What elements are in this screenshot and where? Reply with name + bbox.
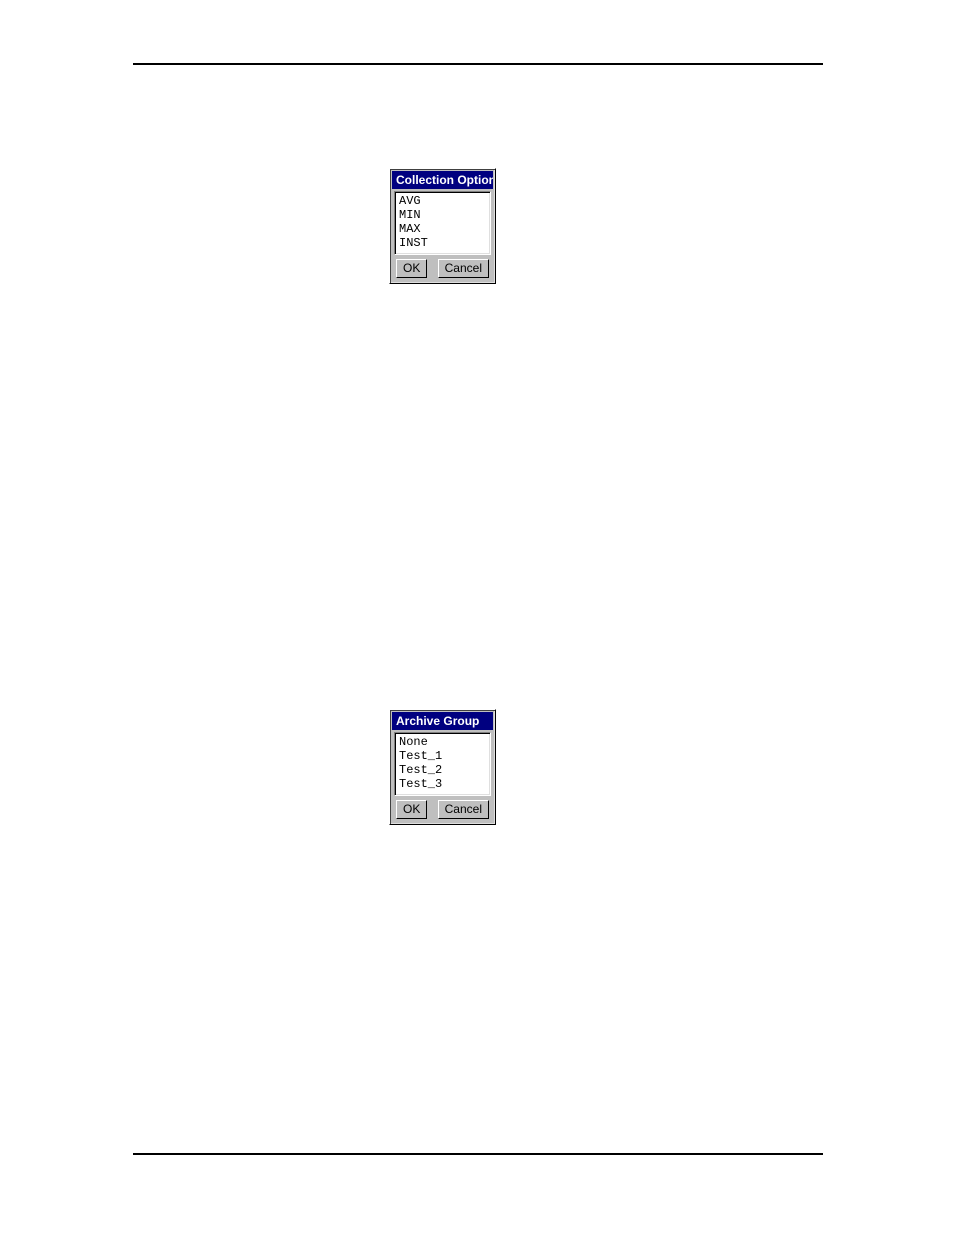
dialog-title: Collection Option <box>392 171 493 189</box>
list-item[interactable]: INST <box>399 236 486 250</box>
collection-option-dialog: Collection Option AVG MIN MAX INST OK Ca… <box>389 168 496 284</box>
horizontal-rule-top <box>133 63 823 65</box>
dialog-button-row: OK Cancel <box>390 800 495 824</box>
list-item[interactable]: None <box>399 735 486 749</box>
dialog-title: Archive Group <box>392 712 493 730</box>
list-item[interactable]: MIN <box>399 208 486 222</box>
archive-group-listbox[interactable]: None Test_1 Test_2 Test_3 <box>394 732 491 796</box>
list-item[interactable]: Test_3 <box>399 777 486 791</box>
horizontal-rule-bottom <box>133 1153 823 1155</box>
list-item[interactable]: Test_1 <box>399 749 486 763</box>
collection-option-listbox[interactable]: AVG MIN MAX INST <box>394 191 491 255</box>
list-item[interactable]: AVG <box>399 194 486 208</box>
archive-group-dialog: Archive Group None Test_1 Test_2 Test_3 … <box>389 709 496 825</box>
list-item[interactable]: MAX <box>399 222 486 236</box>
dialog-button-row: OK Cancel <box>390 259 495 283</box>
ok-button[interactable]: OK <box>396 800 427 819</box>
list-item[interactable]: Test_2 <box>399 763 486 777</box>
ok-button[interactable]: OK <box>396 259 427 278</box>
cancel-button[interactable]: Cancel <box>438 800 489 819</box>
cancel-button[interactable]: Cancel <box>438 259 489 278</box>
